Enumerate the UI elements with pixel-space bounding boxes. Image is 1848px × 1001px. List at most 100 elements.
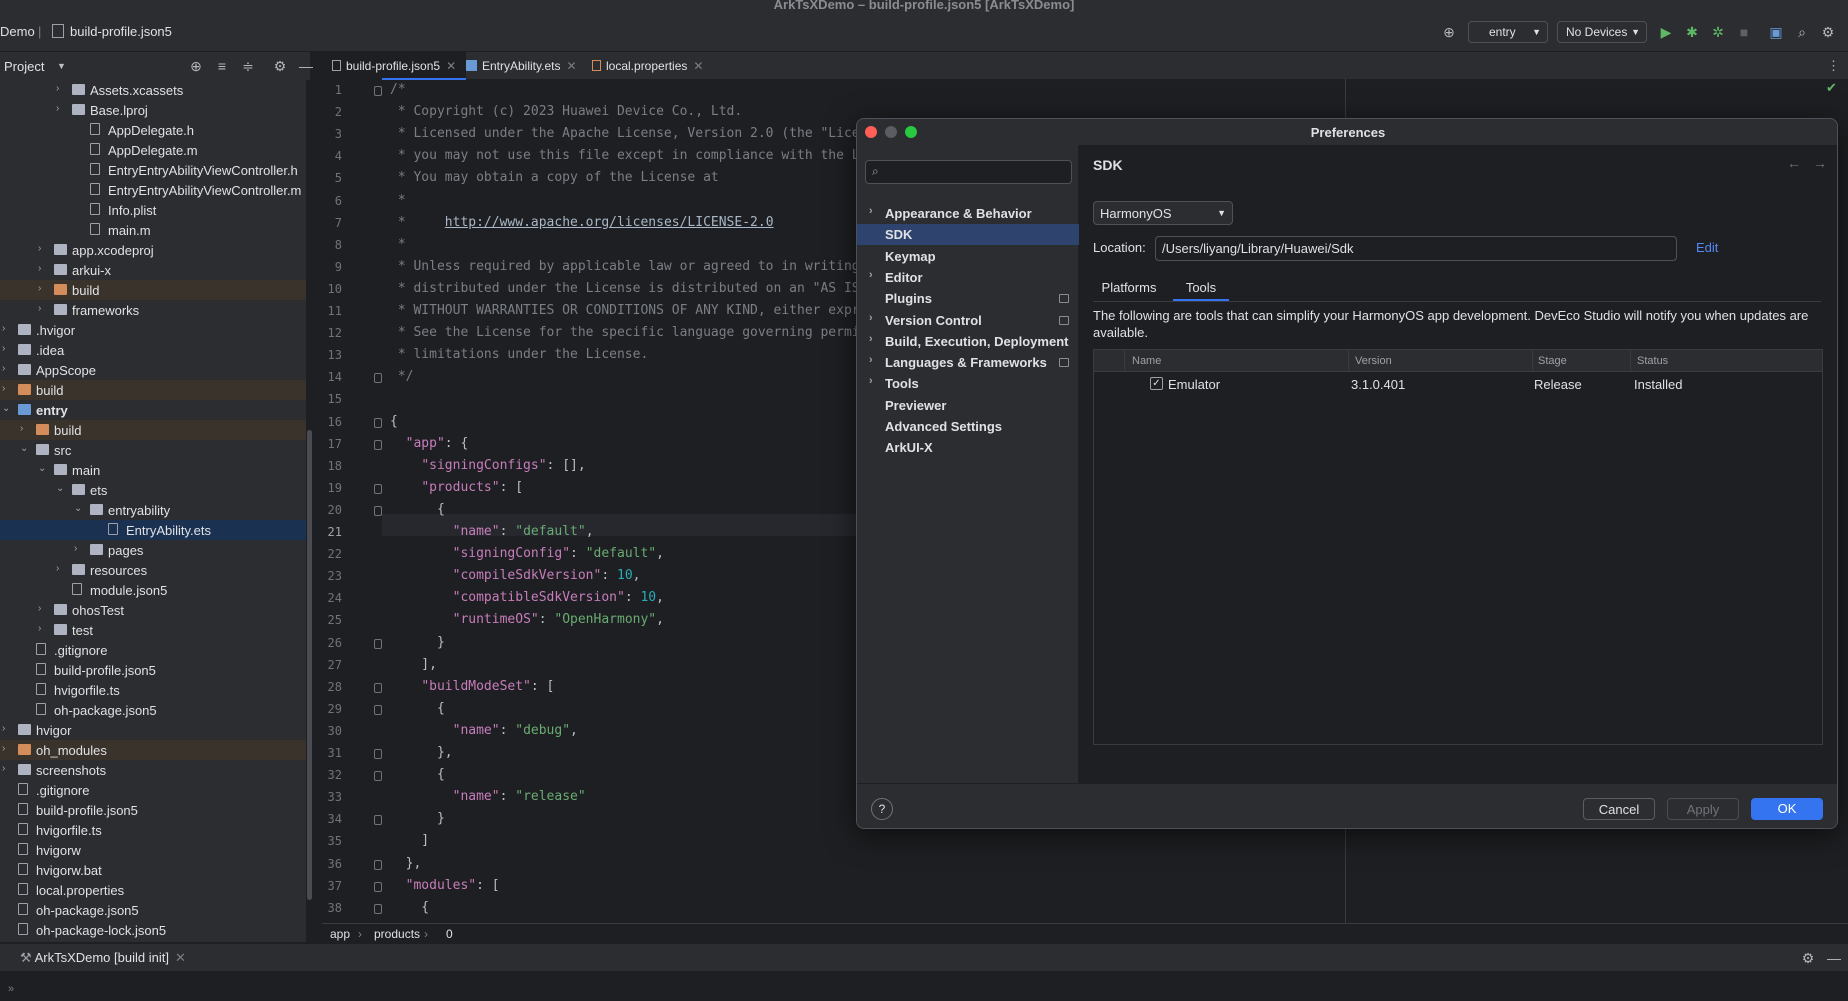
device-manager-icon[interactable]: ▣: [1768, 24, 1784, 40]
tree-item[interactable]: › build: [0, 280, 306, 300]
close-icon[interactable]: ✕: [175, 950, 186, 965]
chevron-right-icon[interactable]: ›: [2, 723, 12, 734]
fold-marker-icon[interactable]: [374, 505, 382, 516]
tree-item[interactable]: oh-package.json5: [0, 900, 306, 920]
chevron-right-icon[interactable]: ›: [869, 205, 873, 217]
back-arrow-icon[interactable]: ←: [1787, 155, 1801, 171]
cancel-button[interactable]: Cancel: [1583, 798, 1655, 820]
chevron-right-icon[interactable]: ›: [869, 269, 873, 281]
target-icon[interactable]: ⊕: [1441, 24, 1457, 40]
col-status-header[interactable]: Status: [1637, 355, 1668, 367]
tab-tools[interactable]: Tools: [1173, 275, 1229, 301]
tab-local-properties[interactable]: local.properties ✕: [582, 52, 713, 80]
chevron-down-icon[interactable]: ▼: [57, 61, 66, 71]
maximize-window-button[interactable]: [905, 126, 917, 138]
chevron-right-icon[interactable]: ›: [2, 743, 12, 754]
tree-item[interactable]: EntryEntryAbilityViewController.m: [0, 180, 306, 200]
settings-nav-item[interactable]: › Appearance & Behavior: [857, 203, 1079, 224]
tree-item[interactable]: › Assets.xcassets: [0, 80, 306, 100]
tree-item[interactable]: › screenshots: [0, 760, 306, 780]
fold-marker-icon[interactable]: [374, 771, 382, 782]
breadcrumb-file[interactable]: build-profile.json5: [70, 24, 172, 39]
tree-item[interactable]: › oh_modules: [0, 740, 306, 760]
chevron-right-icon[interactable]: ›: [2, 363, 12, 374]
settings-nav-item[interactable]: Previewer: [857, 395, 1079, 416]
tree-item[interactable]: › app.xcodeproj: [0, 240, 306, 260]
settings-nav-item[interactable]: › Tools: [857, 373, 1079, 394]
settings-nav-item[interactable]: › Build, Execution, Deployment: [857, 331, 1079, 352]
settings-nav-item[interactable]: ArkUI-X: [857, 437, 1079, 458]
tree-item[interactable]: › build: [0, 380, 306, 400]
sdk-type-select[interactable]: HarmonyOS ▼: [1093, 201, 1233, 225]
gear-icon[interactable]: ⚙: [1820, 24, 1836, 40]
chevron-down-icon[interactable]: ⌄: [38, 463, 48, 474]
tree-item[interactable]: .gitignore: [0, 640, 306, 660]
fold-marker-icon[interactable]: [374, 749, 382, 759]
tree-item[interactable]: module.json5: [0, 580, 306, 600]
expand-all-icon[interactable]: ≡: [214, 58, 230, 74]
breadcrumb-project[interactable]: Demo: [0, 24, 35, 39]
chevron-right-icon[interactable]: ›: [38, 303, 48, 314]
close-icon[interactable]: ✕: [446, 59, 456, 73]
tree-item[interactable]: Info.plist: [0, 200, 306, 220]
tree-item[interactable]: hvigorw.bat: [0, 860, 306, 880]
fold-marker-icon[interactable]: [374, 373, 382, 384]
fold-marker-icon[interactable]: [374, 903, 382, 914]
chevron-right-icon[interactable]: ›: [38, 263, 48, 274]
tree-item[interactable]: › Base.lproj: [0, 100, 306, 120]
tree-item[interactable]: build-profile.json5: [0, 800, 306, 820]
project-panel-title[interactable]: Project: [4, 59, 44, 74]
chevron-right-icon[interactable]: ›: [869, 354, 873, 366]
breadcrumb-index[interactable]: 0: [446, 927, 453, 941]
run-tab[interactable]: ⚒ ArkTsXDemo [build init] ✕: [20, 950, 186, 966]
tree-item[interactable]: local.properties: [0, 880, 306, 900]
tree-item[interactable]: AppDelegate.m: [0, 140, 306, 160]
fold-marker-icon[interactable]: [374, 638, 382, 649]
profile-icon[interactable]: ✲: [1710, 24, 1726, 40]
tree-item[interactable]: › resources: [0, 560, 306, 580]
fold-marker-icon[interactable]: [374, 483, 382, 494]
stop-icon[interactable]: ■: [1736, 24, 1752, 40]
chevron-right-icon[interactable]: ›: [869, 375, 873, 387]
table-row[interactable]: ✓ Emulator 3.1.0.401 Release Installed: [1094, 373, 1822, 395]
chevron-right-icon[interactable]: ›: [38, 283, 48, 294]
tree-item[interactable]: › pages: [0, 540, 306, 560]
device-select[interactable]: No Devices ▼: [1557, 21, 1647, 43]
col-name-header[interactable]: Name: [1132, 355, 1161, 367]
close-icon[interactable]: ✕: [693, 59, 703, 73]
chevron-down-icon[interactable]: ⌄: [2, 403, 12, 414]
close-window-button[interactable]: [865, 126, 877, 138]
tree-item[interactable]: oh-package.json5: [0, 700, 306, 720]
tree-item[interactable]: › .idea: [0, 340, 306, 360]
tree-item[interactable]: › test: [0, 620, 306, 640]
tree-item[interactable]: › arkui-x: [0, 260, 306, 280]
tree-item[interactable]: AppDelegate.h: [0, 120, 306, 140]
fold-marker-icon[interactable]: [374, 881, 382, 892]
tree-item[interactable]: ⌄ main: [0, 460, 306, 480]
breadcrumb-products[interactable]: products: [374, 927, 420, 941]
ok-button[interactable]: OK: [1751, 798, 1823, 820]
settings-nav-item[interactable]: Advanced Settings: [857, 416, 1079, 437]
chevron-right-icon[interactable]: ›: [2, 323, 12, 334]
col-version-header[interactable]: Version: [1355, 355, 1392, 367]
chevron-right-icon[interactable]: ›: [38, 623, 48, 634]
tree-item[interactable]: hvigorfile.ts: [0, 680, 306, 700]
settings-nav-item[interactable]: Plugins: [857, 288, 1079, 309]
tree-item[interactable]: › AppScope: [0, 360, 306, 380]
tree-item[interactable]: main.m: [0, 220, 306, 240]
chevron-down-icon[interactable]: ⌄: [20, 443, 30, 454]
settings-nav-item[interactable]: SDK: [857, 224, 1079, 246]
chevron-right-icon[interactable]: ›: [869, 333, 873, 345]
location-field[interactable]: /Users/liyang/Library/Huawei/Sdk: [1155, 236, 1677, 261]
hide-panel-icon[interactable]: —: [1826, 950, 1842, 966]
settings-nav-item[interactable]: › Version Control: [857, 310, 1079, 331]
run-config-select[interactable]: entry ▼: [1468, 21, 1548, 43]
fold-marker-icon[interactable]: [374, 417, 382, 428]
gear-icon[interactable]: ⚙: [1800, 950, 1816, 966]
settings-search-input[interactable]: ⌕: [865, 160, 1072, 184]
tree-item[interactable]: README.en.md: [0, 940, 306, 942]
hide-panel-icon[interactable]: —: [298, 58, 314, 74]
help-button[interactable]: ?: [871, 798, 893, 820]
chevron-right-icon[interactable]: ›: [74, 543, 84, 554]
settings-nav-item[interactable]: › Editor: [857, 267, 1079, 288]
